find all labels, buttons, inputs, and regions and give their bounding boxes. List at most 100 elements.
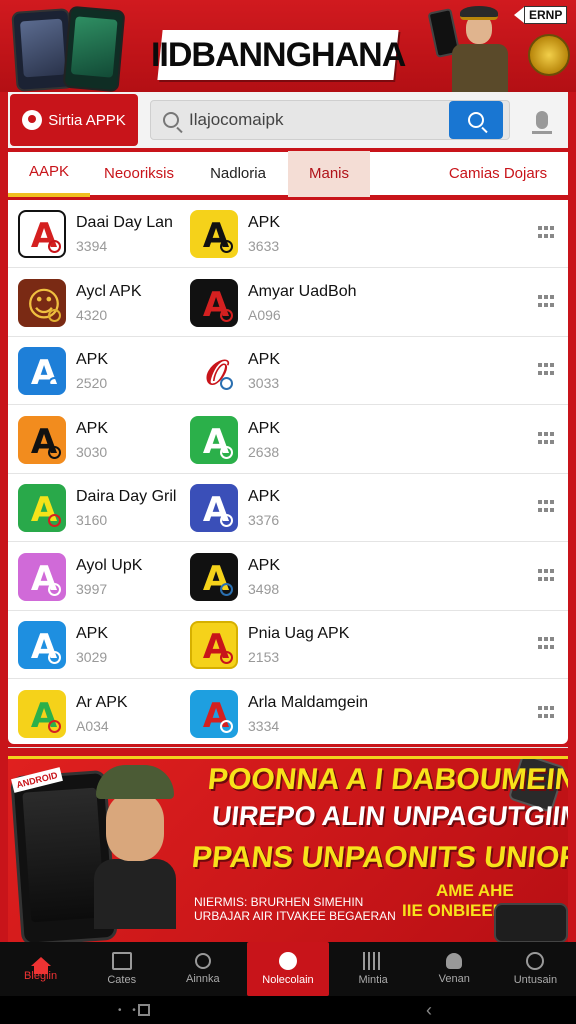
banner-tag[interactable]: ERNP	[514, 6, 568, 24]
menu-dot	[538, 645, 542, 649]
app-icon[interactable]: A	[18, 689, 66, 738]
app-icon[interactable]: A	[18, 415, 66, 464]
nav-label: Untusain	[513, 974, 558, 986]
app-icon[interactable]: A	[190, 621, 238, 669]
app-row: A Ar APK A034 A Arla Maldamgein 3334	[8, 680, 568, 748]
app-meta: Daira Day Gril 3160	[76, 488, 176, 528]
grid-menu-icon[interactable]	[538, 705, 556, 720]
menu-dot	[544, 508, 548, 512]
grid-menu-icon[interactable]	[538, 568, 556, 583]
app-name: APK	[76, 419, 109, 437]
app-item[interactable]: A APK 3030	[18, 410, 108, 470]
app-item[interactable]: A Amyar UadBoh A096	[190, 273, 357, 333]
nav-nolecolain[interactable]: Nolecolain	[247, 942, 329, 996]
app-item[interactable]: A Ayol UpK 3997	[18, 547, 142, 607]
brand-button[interactable]: Sirtia APPK	[10, 94, 138, 146]
search-box[interactable]	[150, 100, 510, 140]
recents-icon[interactable]: • •	[118, 1005, 140, 1016]
tab-aapk[interactable]: AAPK	[8, 151, 90, 197]
app-name: Daira Day Gril	[76, 488, 177, 505]
tab-nadloria[interactable]: Nadloria	[188, 151, 288, 197]
app-row: ☺ Aycl APK 4320 A Amyar UadBoh A096	[8, 269, 568, 337]
person-face	[106, 793, 164, 861]
app-item[interactable]: 𝒪 APK 3033	[190, 341, 280, 401]
nav-mintia[interactable]: Mintia	[333, 942, 414, 996]
app-item[interactable]: A APK 3376	[190, 478, 280, 538]
grid-menu-icon[interactable]	[538, 226, 556, 240]
nav-home[interactable]: Blegiin	[0, 942, 81, 996]
app-name: APK	[76, 351, 109, 368]
menu-dot	[550, 576, 554, 581]
app-item[interactable]: ☺ Aycl APK 4320	[18, 273, 142, 333]
app-item[interactable]: A APK 2520	[18, 341, 108, 401]
app-icon[interactable]: 𝒪	[190, 347, 238, 395]
search-button[interactable]	[449, 101, 503, 139]
app-icon[interactable]: A	[18, 347, 66, 395]
menu-dot	[538, 294, 542, 299]
menu-dot	[550, 234, 554, 238]
app-icon[interactable]: A	[190, 484, 238, 532]
grid-menu-icon[interactable]	[538, 431, 556, 446]
tag-arrow-icon	[514, 7, 524, 23]
app-icon[interactable]: A	[18, 484, 66, 532]
promo-banner[interactable]: ANDROID POONNA A I DABOUMEIN UIREPO ALIN…	[8, 756, 568, 942]
app-icon[interactable]: A	[190, 210, 238, 258]
app-item[interactable]: A Daai Day Lan 3394	[18, 204, 173, 264]
promo-headline-1: POONNA A I DABOUMEIN	[206, 763, 568, 796]
menu-dot	[544, 439, 548, 444]
app-icon[interactable]: ☺	[18, 278, 66, 327]
promo-headline-2: UIREPO ALIN UNPAGUTGIIM	[210, 801, 568, 831]
app-item[interactable]: A APK 2638	[190, 410, 280, 470]
back-icon[interactable]: ‹	[426, 1000, 432, 1021]
app-icon[interactable]: A	[190, 552, 238, 601]
grid-menu-icon[interactable]	[538, 500, 556, 514]
brand-logo-icon	[22, 110, 43, 130]
app-meta: APK 3633	[248, 214, 280, 254]
app-count: 3498	[248, 580, 280, 597]
menu-dot	[544, 363, 548, 367]
app-count: 3160	[76, 512, 108, 528]
phone-image-right	[62, 5, 126, 92]
app-badge-icon	[48, 308, 61, 322]
app-item[interactable]: A APK 3633	[190, 204, 280, 264]
grid-menu-icon[interactable]	[538, 363, 556, 377]
app-badge-icon	[48, 377, 61, 390]
app-item[interactable]: A APK 3498	[190, 547, 280, 607]
nav-ainnka[interactable]: Ainnka	[162, 942, 243, 996]
app-count: 3029	[76, 649, 108, 665]
menu-dot	[550, 439, 554, 444]
search-input[interactable]	[189, 110, 449, 130]
home-square-icon[interactable]	[138, 1004, 150, 1016]
system-nav-bar: • • ‹	[0, 996, 576, 1024]
app-icon[interactable]: A	[18, 552, 66, 601]
menu-dot	[544, 371, 548, 375]
grid-menu-icon[interactable]	[538, 294, 556, 309]
app-item[interactable]: A Ar APK A034	[18, 684, 128, 744]
app-icon[interactable]: A	[190, 415, 238, 464]
app-icon[interactable]: A	[190, 689, 238, 738]
menu-dot	[544, 226, 548, 230]
menu-dot	[538, 508, 542, 512]
app-item[interactable]: A Daira Day Gril 3160	[18, 478, 176, 538]
nav-venan[interactable]: Venan	[414, 942, 495, 996]
app-icon[interactable]: A	[18, 210, 66, 258]
tab-camias-dojars[interactable]: Camias Dojars	[428, 151, 568, 197]
app-item[interactable]: A Arla Maldamgein 3334	[190, 684, 368, 744]
app-name: Pnia Uag APK	[248, 625, 350, 642]
grid-menu-icon[interactable]	[538, 637, 556, 651]
tab-manis[interactable]: Manis	[288, 150, 370, 197]
menu-dot	[538, 637, 542, 641]
app-icon[interactable]: A	[190, 278, 238, 327]
app-item[interactable]: A APK 3029	[18, 615, 108, 675]
app-name: APK	[248, 214, 281, 231]
nav-cates[interactable]: Cates	[81, 942, 162, 996]
app-name: Ar APK	[76, 693, 128, 711]
app-meta: Ayol UpK 3997	[76, 557, 142, 597]
menu-dot	[544, 705, 548, 710]
settings-icon	[526, 952, 545, 970]
tab-neooriksis[interactable]: Neooriksis	[90, 151, 188, 197]
app-icon[interactable]: A	[18, 621, 66, 669]
voice-search-button[interactable]	[522, 100, 562, 140]
nav-untusain[interactable]: Untusain	[495, 942, 576, 996]
app-item[interactable]: A Pnia Uag APK 2153	[190, 615, 349, 675]
